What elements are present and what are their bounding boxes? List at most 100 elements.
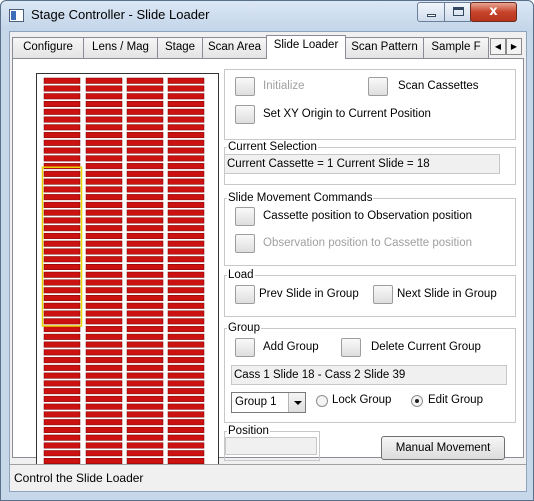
observation-to-cassette-button[interactable] xyxy=(235,234,255,253)
slide-slot[interactable] xyxy=(167,155,205,162)
slide-slot[interactable] xyxy=(167,395,205,402)
slide-slot[interactable] xyxy=(43,349,81,356)
slide-slot[interactable] xyxy=(167,170,205,177)
slide-slot[interactable] xyxy=(126,442,164,449)
slide-slot[interactable] xyxy=(85,310,123,317)
slide-slot[interactable] xyxy=(126,248,164,255)
slide-slot[interactable] xyxy=(85,108,123,115)
slide-slot[interactable] xyxy=(43,139,81,146)
slide-slot[interactable] xyxy=(85,326,123,333)
slide-slot[interactable] xyxy=(126,341,164,348)
slide-slot[interactable] xyxy=(167,93,205,100)
slide-slot[interactable] xyxy=(43,372,81,379)
slide-slot[interactable] xyxy=(126,310,164,317)
slide-slot[interactable] xyxy=(167,232,205,239)
slide-slot[interactable] xyxy=(85,364,123,371)
slide-slot[interactable] xyxy=(85,395,123,402)
slide-slot[interactable] xyxy=(167,124,205,131)
slide-slot[interactable] xyxy=(43,271,81,278)
slide-slot[interactable] xyxy=(126,108,164,115)
slide-slot[interactable] xyxy=(43,186,81,193)
slide-slot[interactable] xyxy=(85,341,123,348)
prev-slide-button[interactable] xyxy=(235,285,255,304)
slide-slot[interactable] xyxy=(85,132,123,139)
tab-sample[interactable]: Sample F xyxy=(423,37,489,58)
slide-slot[interactable] xyxy=(85,93,123,100)
slide-slot[interactable] xyxy=(126,318,164,325)
slide-slot[interactable] xyxy=(85,271,123,278)
slide-slot[interactable] xyxy=(43,147,81,154)
slide-slot[interactable] xyxy=(43,287,81,294)
slide-slot[interactable] xyxy=(126,178,164,185)
slide-slot[interactable] xyxy=(43,364,81,371)
slide-slot[interactable] xyxy=(126,85,164,92)
tab-stage[interactable]: Stage xyxy=(157,37,203,58)
slide-slot[interactable] xyxy=(43,263,81,270)
slide-slot[interactable] xyxy=(126,232,164,239)
slide-slot[interactable] xyxy=(43,225,81,232)
slide-slot[interactable] xyxy=(43,434,81,441)
slide-slot[interactable] xyxy=(167,388,205,395)
slide-slot[interactable] xyxy=(167,186,205,193)
tab-scroll-left-icon[interactable]: ◀ xyxy=(490,38,506,55)
slide-slot[interactable] xyxy=(126,357,164,364)
slide-slot[interactable] xyxy=(167,326,205,333)
slide-slot[interactable] xyxy=(167,287,205,294)
slide-slot[interactable] xyxy=(167,434,205,441)
slide-slot[interactable] xyxy=(85,170,123,177)
slide-slot[interactable] xyxy=(43,201,81,208)
slide-slot[interactable] xyxy=(43,295,81,302)
slide-slot[interactable] xyxy=(126,326,164,333)
slide-slot[interactable] xyxy=(126,434,164,441)
slide-slot[interactable] xyxy=(85,232,123,239)
slide-slot[interactable] xyxy=(85,426,123,433)
slide-slot[interactable] xyxy=(85,349,123,356)
slide-slot[interactable] xyxy=(126,93,164,100)
slide-slot[interactable] xyxy=(167,426,205,433)
slide-slot[interactable] xyxy=(167,209,205,216)
lock-group-radio[interactable] xyxy=(316,395,328,407)
slide-slot[interactable] xyxy=(126,170,164,177)
slide-slot[interactable] xyxy=(85,287,123,294)
slide-slot[interactable] xyxy=(43,217,81,224)
slide-slot[interactable] xyxy=(85,186,123,193)
slide-slot[interactable] xyxy=(85,217,123,224)
slide-slot[interactable] xyxy=(85,201,123,208)
slide-slot[interactable] xyxy=(167,147,205,154)
slide-slot[interactable] xyxy=(43,178,81,185)
slide-slot[interactable] xyxy=(43,77,81,84)
initialize-button[interactable] xyxy=(235,77,255,96)
slide-slot[interactable] xyxy=(43,209,81,216)
slide-slot[interactable] xyxy=(126,333,164,340)
slide-slot[interactable] xyxy=(85,124,123,131)
slide-slot[interactable] xyxy=(85,256,123,263)
slide-slot[interactable] xyxy=(167,85,205,92)
scan-cassettes-button[interactable] xyxy=(368,77,388,96)
slide-slot[interactable] xyxy=(167,442,205,449)
slide-slot[interactable] xyxy=(126,77,164,84)
slide-slot[interactable] xyxy=(167,302,205,309)
slide-slot[interactable] xyxy=(167,217,205,224)
slide-slot[interactable] xyxy=(167,139,205,146)
slide-slot[interactable] xyxy=(85,263,123,270)
tab-lens-mag[interactable]: Lens / Mag xyxy=(83,37,158,58)
slide-slot[interactable] xyxy=(43,170,81,177)
slide-slot[interactable] xyxy=(126,411,164,418)
slide-slot[interactable] xyxy=(85,403,123,410)
slide-slot[interactable] xyxy=(167,310,205,317)
slide-slot[interactable] xyxy=(43,124,81,131)
tab-configure[interactable]: Configure xyxy=(12,37,84,58)
slide-slot[interactable] xyxy=(126,450,164,457)
slide-slot[interactable] xyxy=(85,295,123,302)
slide-slot[interactable] xyxy=(85,380,123,387)
slide-slot[interactable] xyxy=(85,139,123,146)
slide-slot[interactable] xyxy=(85,225,123,232)
slide-slot[interactable] xyxy=(126,395,164,402)
slide-slot[interactable] xyxy=(167,457,205,464)
slide-slot[interactable] xyxy=(126,426,164,433)
slide-slot[interactable] xyxy=(126,279,164,286)
slide-slot[interactable] xyxy=(85,434,123,441)
slide-slot[interactable] xyxy=(126,116,164,123)
slide-slot[interactable] xyxy=(43,132,81,139)
slide-slot[interactable] xyxy=(167,101,205,108)
